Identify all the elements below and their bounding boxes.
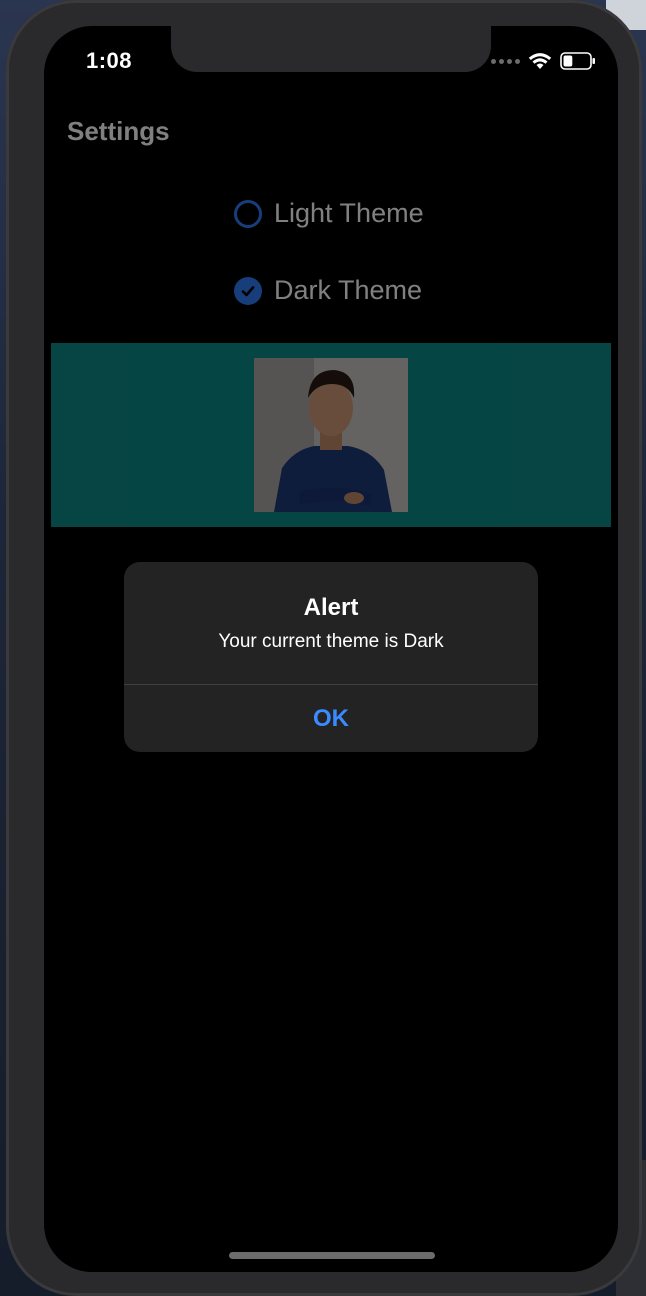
profile-banner [51, 343, 611, 527]
option-dark-theme[interactable]: Dark Theme [234, 275, 422, 306]
profile-photo [254, 358, 408, 512]
alert-title: Alert [303, 594, 359, 621]
battery-icon [560, 52, 595, 70]
page-title: Settings [67, 116, 170, 146]
status-time: 1:08 [86, 48, 133, 73]
radio-unchecked-icon[interactable] [234, 199, 262, 228]
option-light-theme[interactable]: Light Theme [234, 198, 424, 229]
notch [171, 26, 491, 72]
phone-screen: Settings Light Theme Dark Theme Alert Yo… [44, 26, 618, 1272]
alert-dialog: Alert Your current theme is Dark OK [124, 562, 538, 752]
wifi-icon [528, 53, 552, 69]
option-label: Dark Theme [274, 275, 423, 305]
home-indicator[interactable] [229, 1252, 435, 1259]
alert-message: Your current theme is Dark [218, 631, 444, 652]
status-icons [491, 52, 596, 70]
option-label: Light Theme [274, 198, 424, 228]
alert-ok-button[interactable]: OK [124, 685, 538, 752]
cellular-signal-icon [491, 58, 520, 64]
phone-frame: Settings Light Theme Dark Theme Alert Yo… [6, 0, 642, 1296]
radio-checked-icon[interactable] [234, 276, 262, 305]
